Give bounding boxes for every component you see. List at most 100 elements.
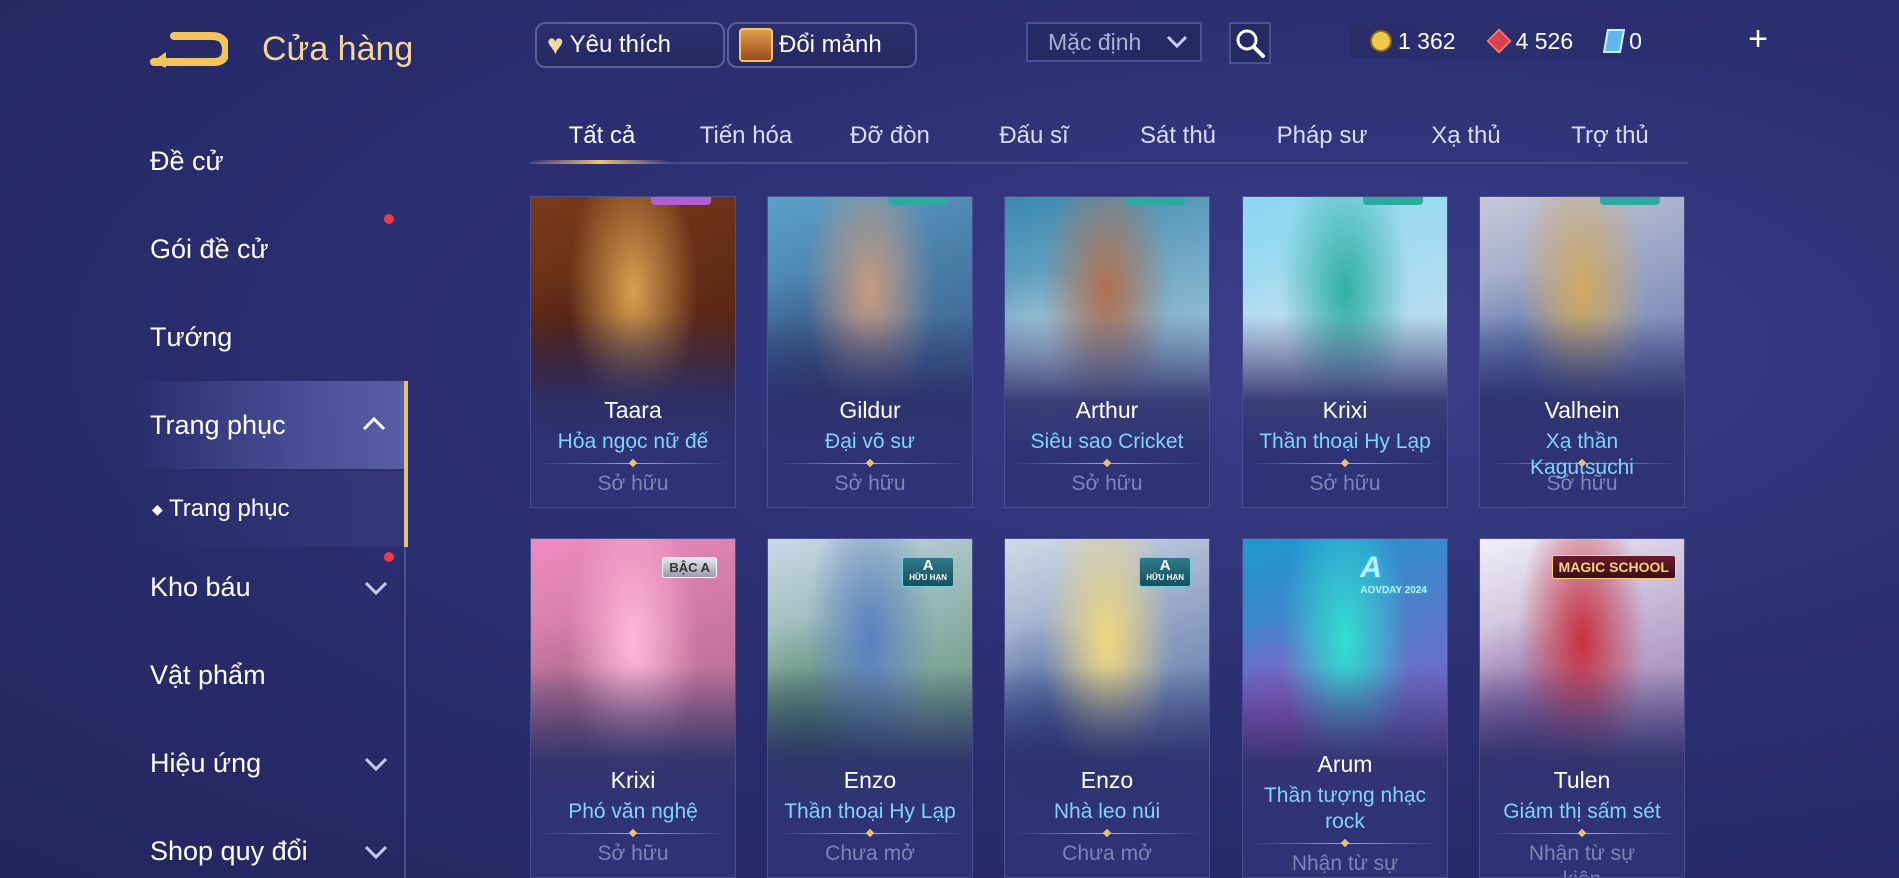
fragment-exchange-button[interactable]: Đổi mảnh — [727, 22, 917, 68]
sort-dropdown[interactable]: Mặc định — [1026, 22, 1202, 62]
gem-amount: 4 526 — [1515, 27, 1574, 54]
hero-name: Valhein — [1544, 397, 1620, 423]
rank-tab-badge — [1600, 197, 1660, 205]
rank-tab-badge — [888, 197, 948, 205]
voucher-balance: 0 — [1603, 27, 1642, 55]
hero-name: Enzo — [1080, 767, 1134, 793]
tab-evolution[interactable]: Tiến hóa — [674, 122, 818, 150]
tab-assassin[interactable]: Sát thủ — [1106, 122, 1250, 150]
skin-name: Giám thị sấm sét — [1503, 800, 1661, 823]
skin-card[interactable]: Arthur Siêu sao Cricket Sở hữu — [1004, 196, 1210, 508]
ownership-status: Sở hữu — [1309, 472, 1381, 495]
skin-card[interactable]: Valhein Xạ thần Kagutsuchi Sở hữu — [1479, 196, 1685, 508]
chevron-down-icon — [1166, 35, 1188, 49]
tab-tank[interactable]: Đỡ đòn — [818, 122, 962, 150]
rank-badge: A HỮU HẠN — [1139, 557, 1191, 587]
skin-card[interactable]: Krixi Thần thoại Hy Lạp Sở hữu — [1242, 196, 1448, 508]
hero-name: Arthur — [1075, 397, 1139, 423]
skin-name: Thần thoại Hy Lạp — [784, 800, 956, 823]
chevron-down-icon — [364, 581, 388, 596]
sidebar-item-items[interactable]: Vật phẩm — [150, 660, 390, 691]
gold-coin-icon — [1370, 30, 1392, 52]
tab-support[interactable]: Trợ thủ — [1538, 122, 1682, 150]
ownership-status: Sở hữu — [1071, 472, 1143, 495]
skin-name: Phó văn nghệ — [568, 800, 698, 823]
search-button[interactable] — [1229, 22, 1271, 64]
skin-card[interactable]: A HỮU HẠN Enzo Thần thoại Hy Lạp Chưa mở — [767, 538, 973, 878]
chevron-up-icon — [362, 416, 386, 431]
skin-card[interactable]: A AOVDAY 2024 Arum Thần tượng nhạc rock Nhận… — [1242, 538, 1448, 878]
category-tabs: Tất cả Tiến hóa Đỡ đòn Đấu sĩ Sát thủ Ph… — [530, 118, 1688, 166]
heart-icon: ♥ — [547, 29, 564, 60]
ownership-status: Sở hữu — [1546, 472, 1618, 495]
skin-name: Đại võ sư — [825, 430, 915, 453]
sidebar-item-effects[interactable]: Hiệu ứng — [150, 748, 390, 779]
ownership-status: Sở hữu — [597, 842, 669, 865]
fragment-label: Đổi mảnh — [779, 31, 882, 58]
sidebar-item-heroes[interactable]: Tướng — [150, 322, 390, 353]
hero-name: Krixi — [1322, 397, 1368, 423]
voucher-amount: 0 — [1629, 27, 1642, 54]
ownership-status: Sở hữu — [834, 472, 906, 495]
magic-school-logo: MAGIC SCHOOL — [1551, 555, 1676, 579]
add-currency-plus-icon[interactable]: + — [1748, 20, 1768, 59]
tab-active-indicator — [530, 160, 670, 164]
notification-dot — [384, 552, 394, 562]
ownership-status: Chưa mở — [1062, 842, 1152, 865]
ownership-status: Nhận từ sự kiện — [1528, 842, 1636, 877]
gold-amount: 1 362 — [1398, 27, 1456, 54]
skin-card[interactable]: BẬC A Krixi Phó văn nghệ Sở hữu — [530, 538, 736, 878]
sidebar-item-exchange-shop[interactable]: Shop quy đổi — [150, 836, 390, 867]
bullet-icon: ◆ — [152, 501, 163, 518]
ruby-gem-icon — [1486, 28, 1512, 54]
sidebar-subitem-label: Trang phục — [169, 495, 290, 522]
notification-dot — [384, 214, 394, 224]
skin-card[interactable]: Taara Hỏa ngọc nữ đế Sở hữu — [530, 196, 736, 508]
hero-name: Tulen — [1553, 767, 1611, 793]
hero-name: Arum — [1317, 751, 1373, 777]
tab-divider — [530, 162, 1688, 164]
hero-name: Gildur — [839, 397, 901, 423]
sidebar-item-treasure[interactable]: Kho báu — [150, 572, 390, 603]
rank-tab-badge — [1125, 197, 1185, 205]
page-title: Cửa hàng — [262, 30, 414, 68]
favorite-label: Yêu thích — [569, 31, 672, 58]
tab-marksman[interactable]: Xạ thủ — [1394, 122, 1538, 150]
skin-card[interactable]: MAGIC SCHOOL Tulen Giám thị sấm sét Nhận từ… — [1479, 538, 1685, 878]
gem-balance: 4 526 — [1486, 27, 1574, 55]
tab-mage[interactable]: Pháp sư — [1250, 122, 1394, 150]
skin-card[interactable]: Gildur Đại võ sư Sở hữu — [767, 196, 973, 508]
sidebar-item-recommended-packs[interactable]: Gói đề cử — [150, 234, 390, 265]
sidebar-item-recommended[interactable]: Đề cử — [150, 146, 390, 177]
ownership-status: Chưa mở — [825, 842, 915, 865]
skin-name: Thần thoại Hy Lạp — [1259, 430, 1431, 453]
hero-name: Krixi — [610, 767, 656, 793]
currency-bar: 1 362 4 526 0 + — [1350, 20, 1782, 58]
rank-badge: BẬC A — [662, 557, 717, 578]
back-arrow-icon — [150, 32, 231, 68]
hero-name: Taara — [604, 397, 662, 423]
sidebar-subitem-skins[interactable]: ◆ Trang phục — [152, 495, 392, 523]
skin-name: Siêu sao Cricket — [1030, 430, 1184, 453]
skin-name: Nhà leo núi — [1053, 800, 1161, 823]
gold-balance: 1 362 — [1370, 28, 1456, 55]
chevron-down-icon — [364, 757, 388, 772]
chest-icon — [739, 28, 773, 62]
sort-selected-value: Mặc định — [1048, 28, 1142, 55]
skin-card[interactable]: A HỮU HẠN Enzo Nhà leo núi Chưa mở — [1004, 538, 1210, 878]
skin-name: Thần tượng nhạc rock — [1263, 784, 1427, 833]
back-button[interactable] — [150, 28, 231, 70]
aovday-logo: A AOVDAY 2024 — [1360, 551, 1427, 596]
hero-name: Enzo — [843, 767, 897, 793]
sidebar-item-skins[interactable]: Trang phục — [150, 410, 390, 441]
rank-tab-badge — [651, 197, 711, 205]
tab-fighter[interactable]: Đấu sĩ — [962, 122, 1106, 150]
favorite-button[interactable]: ♥ Yêu thích — [535, 22, 725, 68]
sidebar-active-indicator — [404, 381, 408, 547]
voucher-icon — [1603, 29, 1626, 53]
skin-name: Hỏa ngọc nữ đế — [557, 430, 709, 453]
sidebar-divider — [404, 547, 406, 878]
tab-all[interactable]: Tất cả — [530, 122, 674, 150]
ownership-status: Nhận từ sự kiện — [1291, 852, 1399, 875]
rank-tab-badge — [1363, 197, 1423, 205]
